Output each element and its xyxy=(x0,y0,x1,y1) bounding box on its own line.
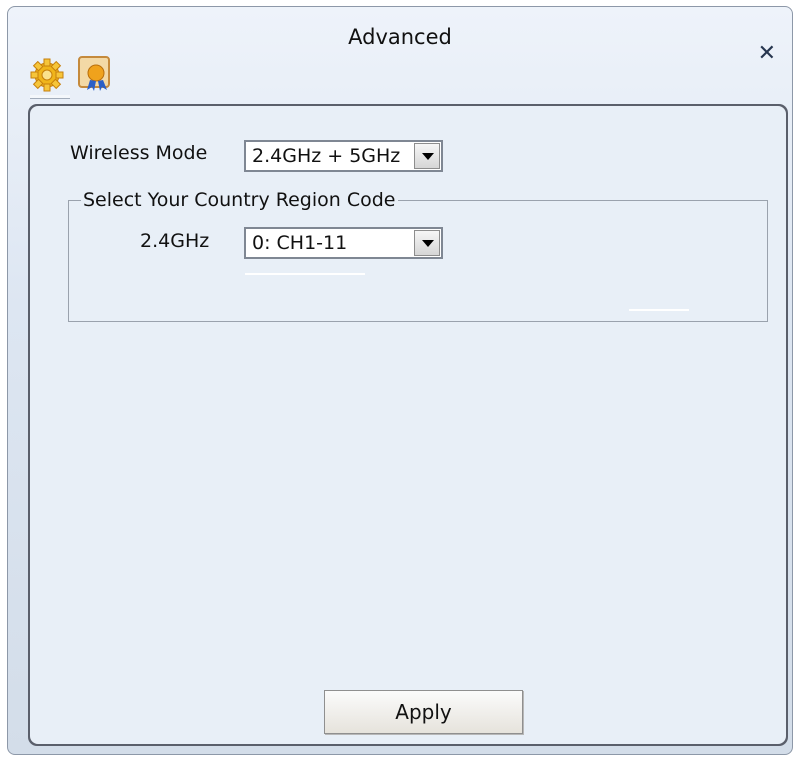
country-region-value: 0: CH1-11 xyxy=(252,232,348,254)
wireless-mode-select[interactable]: 2.4GHz + 5GHz xyxy=(244,140,443,172)
gear-icon xyxy=(30,58,64,92)
wireless-mode-value: 2.4GHz + 5GHz xyxy=(252,145,401,167)
wireless-mode-label: Wireless Mode xyxy=(70,142,208,164)
certificate-icon xyxy=(78,56,110,91)
close-icon[interactable]: ✕ xyxy=(758,43,776,65)
apply-button[interactable]: Apply xyxy=(324,690,523,734)
advanced-window: Advanced ✕ Wireless Mode 2.4GHz + 5GHz S… xyxy=(7,6,793,755)
settings-panel: Wireless Mode 2.4GHz + 5GHz Select Your … xyxy=(28,104,788,746)
chevron-down-icon[interactable] xyxy=(414,143,440,169)
active-tab-indicator xyxy=(30,95,70,99)
divider xyxy=(629,309,689,311)
country-region-group-label: Select Your Country Region Code xyxy=(81,189,398,211)
country-region-select[interactable]: 0: CH1-11 xyxy=(244,227,443,259)
band-2-4ghz-label: 2.4GHz xyxy=(140,230,210,252)
divider xyxy=(245,273,365,275)
tab-about[interactable] xyxy=(76,51,114,93)
chevron-down-icon[interactable] xyxy=(414,230,440,256)
tab-settings[interactable] xyxy=(28,51,66,93)
window-title: Advanced xyxy=(348,25,452,49)
country-region-group: Select Your Country Region Code xyxy=(68,189,768,322)
settings-panel-content: Wireless Mode 2.4GHz + 5GHz Select Your … xyxy=(30,106,786,744)
